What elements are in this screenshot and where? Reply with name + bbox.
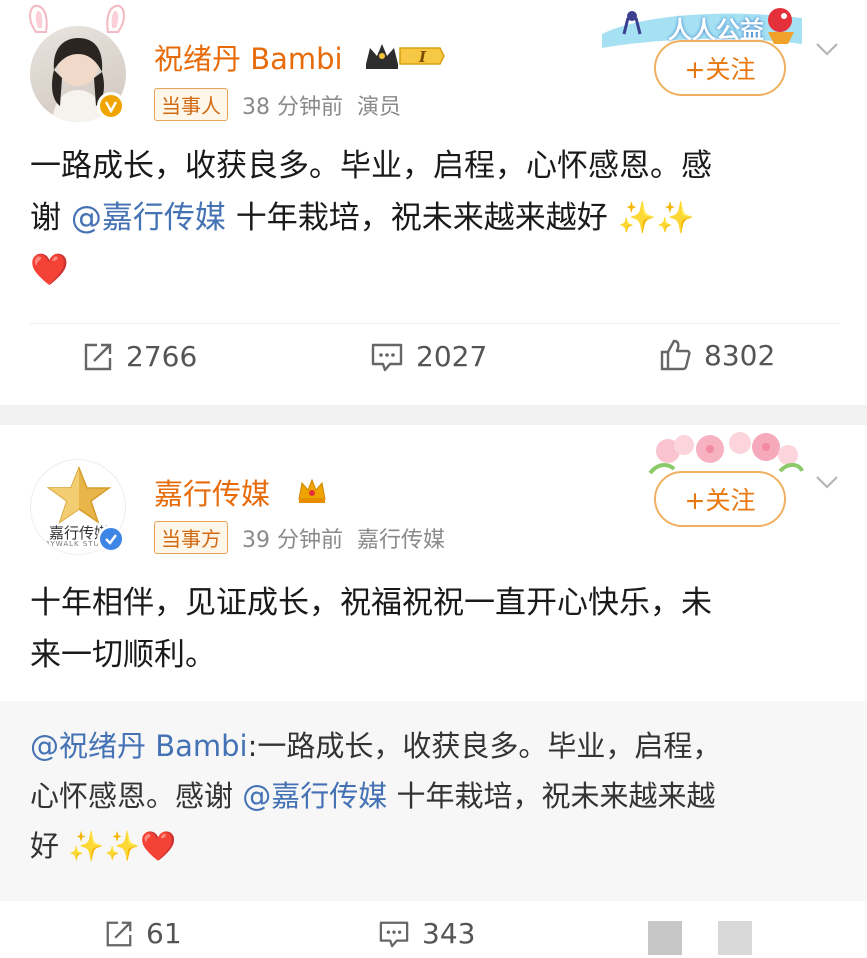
role-tag: 当事方: [154, 521, 228, 554]
blurred-like-count: [718, 921, 752, 955]
verified-badge-icon: [97, 525, 125, 553]
verified-badge-icon: [97, 92, 125, 120]
role-tag: 当事人: [154, 88, 228, 121]
repost-count: 2766: [126, 340, 198, 373]
chevron-down-icon[interactable]: [814, 469, 840, 495]
blurred-like-icon[interactable]: [648, 921, 682, 955]
like-count: 8302: [704, 338, 776, 372]
mention-link[interactable]: @嘉行传媒: [242, 779, 387, 813]
heart-emoji: ❤️: [30, 252, 69, 288]
retweet-text-segment: 心怀感恩。感谢: [30, 779, 243, 813]
retweet-text-segment: :一路成长，收获良多。毕业，启程，: [247, 729, 722, 763]
post-time[interactable]: 38 分钟前: [242, 89, 343, 121]
retweet-author-link[interactable]: @祝绪丹 Bambi: [30, 729, 248, 763]
retweet-text-line: @祝绪丹 Bambi:一路成长，收获良多。毕业，启程，: [30, 721, 830, 771]
post-text-line: 来一切顺利。: [30, 637, 216, 673]
post-text-line: 一路成长，收获良多。毕业，启程，心怀感恩。感: [30, 148, 712, 184]
comment-count: 2027: [416, 340, 488, 373]
retweet-text: @祝绪丹 Bambi:一路成长，收获良多。毕业，启程， 心怀感恩。感谢 @嘉行传…: [30, 721, 830, 871]
post-text-line: 十年相伴，见证成长，祝福祝祝一直开心快乐，未: [30, 585, 712, 621]
repost-icon: [106, 921, 132, 946]
comment-button[interactable]: 2027: [370, 340, 487, 373]
post-meta: 当事方 39 分钟前 嘉行传媒: [154, 521, 445, 554]
thumbs-up-icon: [660, 339, 691, 371]
vip-crown-badge-icon: I: [366, 44, 445, 69]
post-source: 嘉行传媒: [357, 527, 446, 553]
post-meta: 当事人 38 分钟前 演员: [154, 88, 401, 121]
retweet-text-line: 心怀感恩。感谢 @嘉行传媒 十年栽培，祝未来越来越: [30, 771, 830, 821]
comment-count: 343: [422, 917, 476, 950]
weibo-post-2: 嘉行传媒 JAYWALK STUDIO 嘉行传媒 当事方 39 分钟前 嘉行传媒…: [0, 425, 867, 958]
follow-label: +关注: [684, 486, 756, 515]
user-name[interactable]: 祝绪丹 Bambi: [154, 36, 343, 78]
follow-button[interactable]: +关注: [654, 471, 786, 527]
divider: [30, 323, 840, 324]
post-text-segment: 十年栽培，祝未来越来越好 ✨✨: [225, 200, 695, 236]
post-text-line: 谢 @嘉行传媒 十年栽培，祝未来越来越好 ✨✨: [30, 192, 830, 244]
user-name[interactable]: 嘉行传媒: [154, 471, 270, 513]
like-button[interactable]: 8302: [658, 338, 775, 372]
repost-button[interactable]: 2766: [82, 340, 197, 373]
crown-badge-icon: [298, 478, 326, 503]
follow-label: +关注: [684, 55, 756, 84]
follow-button[interactable]: +关注: [654, 40, 786, 96]
weibo-post-1: 祝绪丹 Bambi I 当事人 38 分钟前 演员 人人公益 +关注 一路成长，…: [0, 0, 867, 405]
post-text: 一路成长，收获良多。毕业，启程，心怀感恩。感 谢 @嘉行传媒 十年栽培，祝未来越…: [30, 140, 830, 296]
mention-link[interactable]: @嘉行传媒: [71, 200, 226, 236]
post-time[interactable]: 39 分钟前: [242, 522, 343, 554]
comment-button[interactable]: 343: [378, 917, 475, 950]
retweet-text-line: 好 ✨✨❤️: [30, 829, 177, 863]
comment-icon: [379, 921, 409, 947]
repost-count: 61: [146, 917, 182, 950]
repost-icon: [84, 343, 112, 370]
repost-button[interactable]: 61: [104, 917, 182, 950]
retweet-card[interactable]: @祝绪丹 Bambi:一路成长，收获良多。毕业，启程， 心怀感恩。感谢 @嘉行传…: [0, 701, 867, 901]
retweet-text-segment: 十年栽培，祝未来越来越: [387, 779, 716, 813]
post-source: 演员: [357, 94, 402, 120]
post-separator: [0, 405, 867, 425]
chevron-down-icon[interactable]: [814, 36, 840, 62]
svg-text:I: I: [418, 48, 427, 66]
post-text: 十年相伴，见证成长，祝福祝祝一直开心快乐，未 来一切顺利。: [30, 577, 830, 681]
post-text-segment: 谢: [30, 200, 71, 236]
comment-icon: [371, 343, 403, 371]
